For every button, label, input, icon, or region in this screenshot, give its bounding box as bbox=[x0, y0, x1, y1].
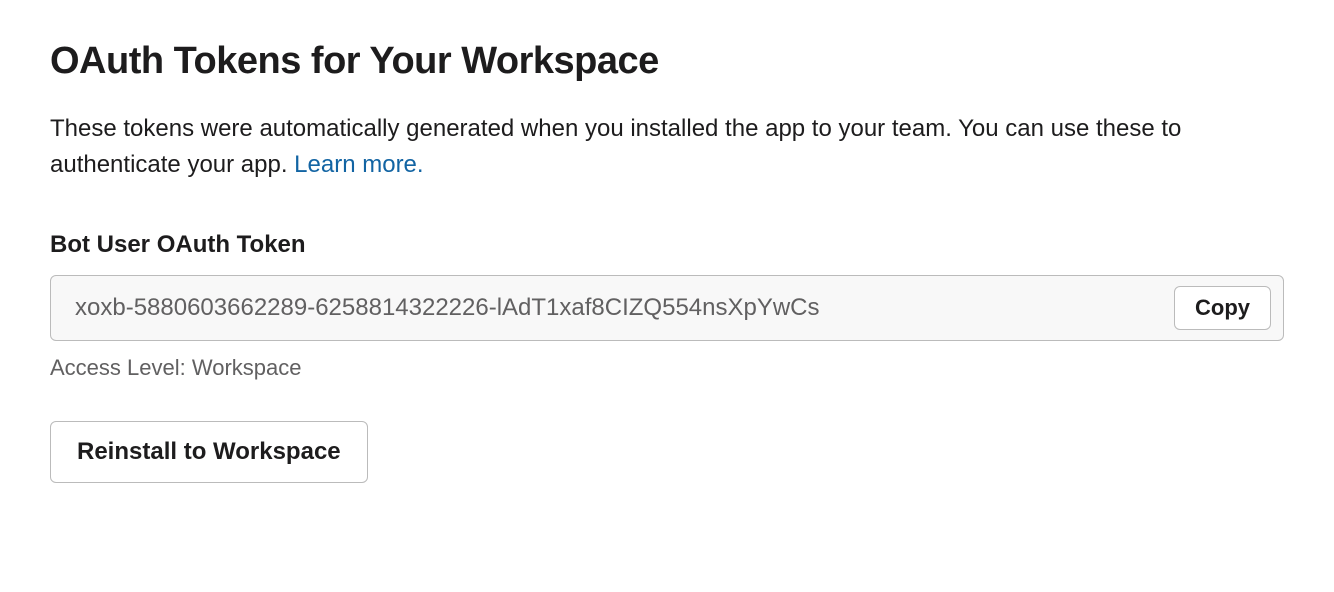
page-heading: OAuth Tokens for Your Workspace bbox=[50, 40, 1284, 83]
learn-more-link[interactable]: Learn more. bbox=[294, 151, 423, 178]
reinstall-button[interactable]: Reinstall to Workspace bbox=[50, 421, 368, 483]
copy-button[interactable]: Copy bbox=[1174, 286, 1271, 330]
access-level-text: Access Level: Workspace bbox=[50, 355, 1284, 381]
description-text: These tokens were automatically generate… bbox=[50, 115, 1181, 178]
bot-token-field: Copy bbox=[50, 275, 1284, 341]
bot-token-label: Bot User OAuth Token bbox=[50, 231, 1284, 259]
page-description: These tokens were automatically generate… bbox=[50, 111, 1250, 183]
bot-token-input[interactable] bbox=[75, 294, 1162, 322]
